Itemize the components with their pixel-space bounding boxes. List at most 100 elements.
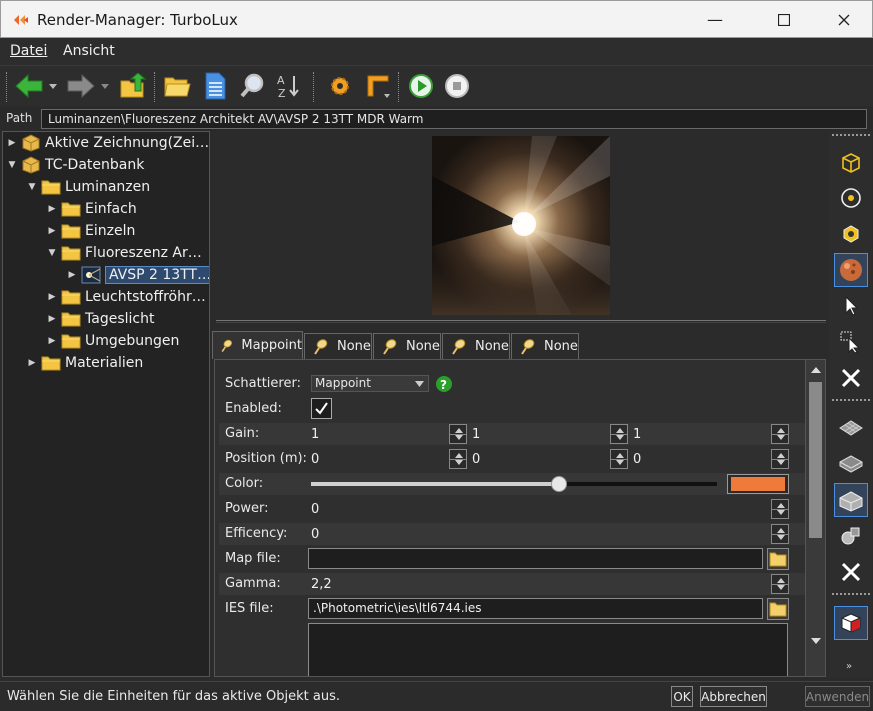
tree-node-tc-datenbank[interactable]: ▼ TC-Datenbank — [5, 154, 144, 176]
forward-dropdown[interactable] — [98, 71, 112, 101]
tree-node-materialien[interactable]: ▶ Materialien — [25, 352, 144, 374]
tab-none-1[interactable]: None — [304, 333, 372, 359]
more-tools-chevron[interactable]: » — [846, 661, 852, 672]
schattierer-select[interactable]: Mappoint — [311, 375, 429, 392]
expand-arrow-icon[interactable]: ▶ — [45, 314, 59, 324]
play-button[interactable] — [406, 71, 436, 101]
plane-grid-button[interactable] — [834, 411, 868, 445]
select-object-button[interactable] — [834, 325, 868, 359]
target-button[interactable] — [834, 181, 868, 215]
menu-datei[interactable]: Datei — [10, 43, 47, 59]
expand-arrow-icon[interactable]: ▶ — [45, 226, 59, 236]
back-dropdown[interactable] — [46, 71, 60, 101]
sphere-material-button[interactable] — [834, 253, 868, 287]
tree-node-avsp[interactable]: ▶ AVSP 2 13TT… — [65, 264, 209, 286]
forward-button[interactable] — [66, 71, 96, 101]
expand-arrow-icon[interactable]: ▶ — [45, 204, 59, 214]
gamma-label: Gamma: — [225, 576, 281, 591]
tree-node-luminanzen[interactable]: ▼ Luminanzen — [25, 176, 151, 198]
gain-y-spinner[interactable] — [610, 424, 628, 444]
gain-z-value[interactable]: 1 — [633, 427, 641, 442]
mapfile-browse-button[interactable] — [767, 548, 789, 570]
cube-view-button[interactable] — [834, 145, 868, 179]
color-slider-track[interactable] — [311, 482, 717, 486]
position-z-spinner[interactable] — [771, 449, 789, 469]
tree-node-einfach[interactable]: ▶ Einfach — [45, 198, 137, 220]
tree-node-leuchtstoffroehren[interactable]: ▶ Leuchtstoffröhr… — [45, 286, 206, 308]
position-z-value[interactable]: 0 — [633, 452, 641, 467]
gamma-spinner[interactable] — [771, 574, 789, 594]
ok-button[interactable]: OK — [671, 686, 693, 707]
help-icon[interactable]: ? — [435, 375, 453, 393]
tree-node-tageslicht[interactable]: ▶ Tageslicht — [45, 308, 155, 330]
iesfile-input[interactable]: .\Photometric\ies\ltl6744.ies — [308, 598, 763, 619]
light-preview-image — [432, 136, 610, 315]
search-button[interactable] — [238, 71, 268, 101]
tree-node-fluoreszenz[interactable]: ▼ Fluoreszenz Ar… — [45, 242, 202, 264]
panel-splitter[interactable] — [216, 320, 826, 323]
collapse-arrow-icon[interactable]: ▼ — [45, 248, 59, 258]
enabled-checkbox[interactable] — [311, 398, 332, 419]
cancel-button[interactable]: Abbrechen — [700, 686, 767, 707]
maximize-button[interactable] — [761, 1, 807, 38]
color-slider-thumb[interactable] — [550, 476, 567, 492]
document-button[interactable] — [200, 71, 230, 101]
object-group-button[interactable] — [834, 519, 868, 553]
open-folder-button[interactable] — [162, 71, 192, 101]
scroll-down-icon[interactable] — [811, 638, 821, 644]
sort-button[interactable]: A Z — [274, 71, 304, 101]
scroll-thumb[interactable] — [809, 382, 822, 538]
collapse-arrow-icon[interactable]: ▼ — [25, 182, 39, 192]
menu-ansicht[interactable]: Ansicht — [63, 43, 115, 59]
expand-arrow-icon[interactable]: ▶ — [45, 336, 59, 346]
gain-x-spinner[interactable] — [449, 424, 467, 444]
tree-node-einzeln[interactable]: ▶ Einzeln — [45, 220, 136, 242]
collapse-arrow-icon[interactable]: ▼ — [5, 160, 19, 170]
remove-object-button[interactable] — [834, 555, 868, 589]
apply-button[interactable]: Anwenden — [805, 686, 870, 707]
efficency-spinner[interactable] — [771, 524, 789, 544]
folder-up-button[interactable] — [118, 71, 148, 101]
red-cube-button[interactable] — [834, 606, 868, 640]
gamma-value[interactable]: 2,2 — [311, 577, 332, 592]
tree-node-aktive-zeichnung[interactable]: ▶ Aktive Zeichnung(Zei… — [5, 132, 209, 154]
gain-x-value[interactable]: 1 — [311, 427, 319, 442]
material-cube-button[interactable] — [834, 217, 868, 251]
power-value[interactable]: 0 — [311, 502, 319, 517]
expand-arrow-icon[interactable]: ▶ — [65, 270, 79, 280]
expand-arrow-icon[interactable]: ▶ — [25, 358, 39, 368]
tab-none-4[interactable]: None — [511, 333, 579, 359]
position-x-value[interactable]: 0 — [311, 452, 319, 467]
position-x-spinner[interactable] — [449, 449, 467, 469]
expand-arrow-icon[interactable]: ▶ — [45, 292, 59, 302]
expand-arrow-icon[interactable]: ▶ — [5, 138, 19, 148]
position-y-value[interactable]: 0 — [472, 452, 480, 467]
settings-button[interactable] — [325, 71, 355, 101]
mapfile-input[interactable] — [308, 548, 763, 569]
efficency-value[interactable]: 0 — [311, 527, 319, 542]
scroll-up-icon[interactable] — [811, 367, 821, 373]
gain-z-spinner[interactable] — [771, 424, 789, 444]
minimize-button[interactable]: — — [692, 1, 738, 38]
remove-material-button[interactable] — [834, 361, 868, 395]
iesfile-browse-button[interactable] — [767, 598, 789, 620]
power-spinner[interactable] — [771, 499, 789, 519]
tab-mappoint[interactable]: Mappoint — [212, 331, 303, 359]
properties-scrollbar[interactable] — [805, 360, 825, 676]
stop-button[interactable] — [442, 71, 472, 101]
back-button[interactable] — [14, 71, 44, 101]
tab-none-2[interactable]: None — [373, 333, 441, 359]
gain-y-value[interactable]: 1 — [472, 427, 480, 442]
box-plane-button[interactable] — [834, 483, 868, 517]
select-pointer-button[interactable] — [834, 289, 868, 323]
frame-button[interactable] — [363, 71, 393, 101]
position-y-spinner[interactable] — [610, 449, 628, 469]
color-swatch-button[interactable] — [727, 474, 789, 494]
tab-none-3[interactable]: None — [442, 333, 510, 359]
ies-info-area[interactable] — [308, 623, 788, 676]
close-button[interactable] — [821, 1, 867, 38]
tree-node-umgebungen[interactable]: ▶ Umgebungen — [45, 330, 180, 352]
path-field[interactable]: Luminanzen\Fluoreszenz Architekt AV\AVSP… — [41, 109, 867, 129]
tree-view[interactable]: ▶ Aktive Zeichnung(Zei… ▼ TC-Datenbank ▼… — [2, 131, 210, 677]
plane-solid-button[interactable] — [834, 447, 868, 481]
